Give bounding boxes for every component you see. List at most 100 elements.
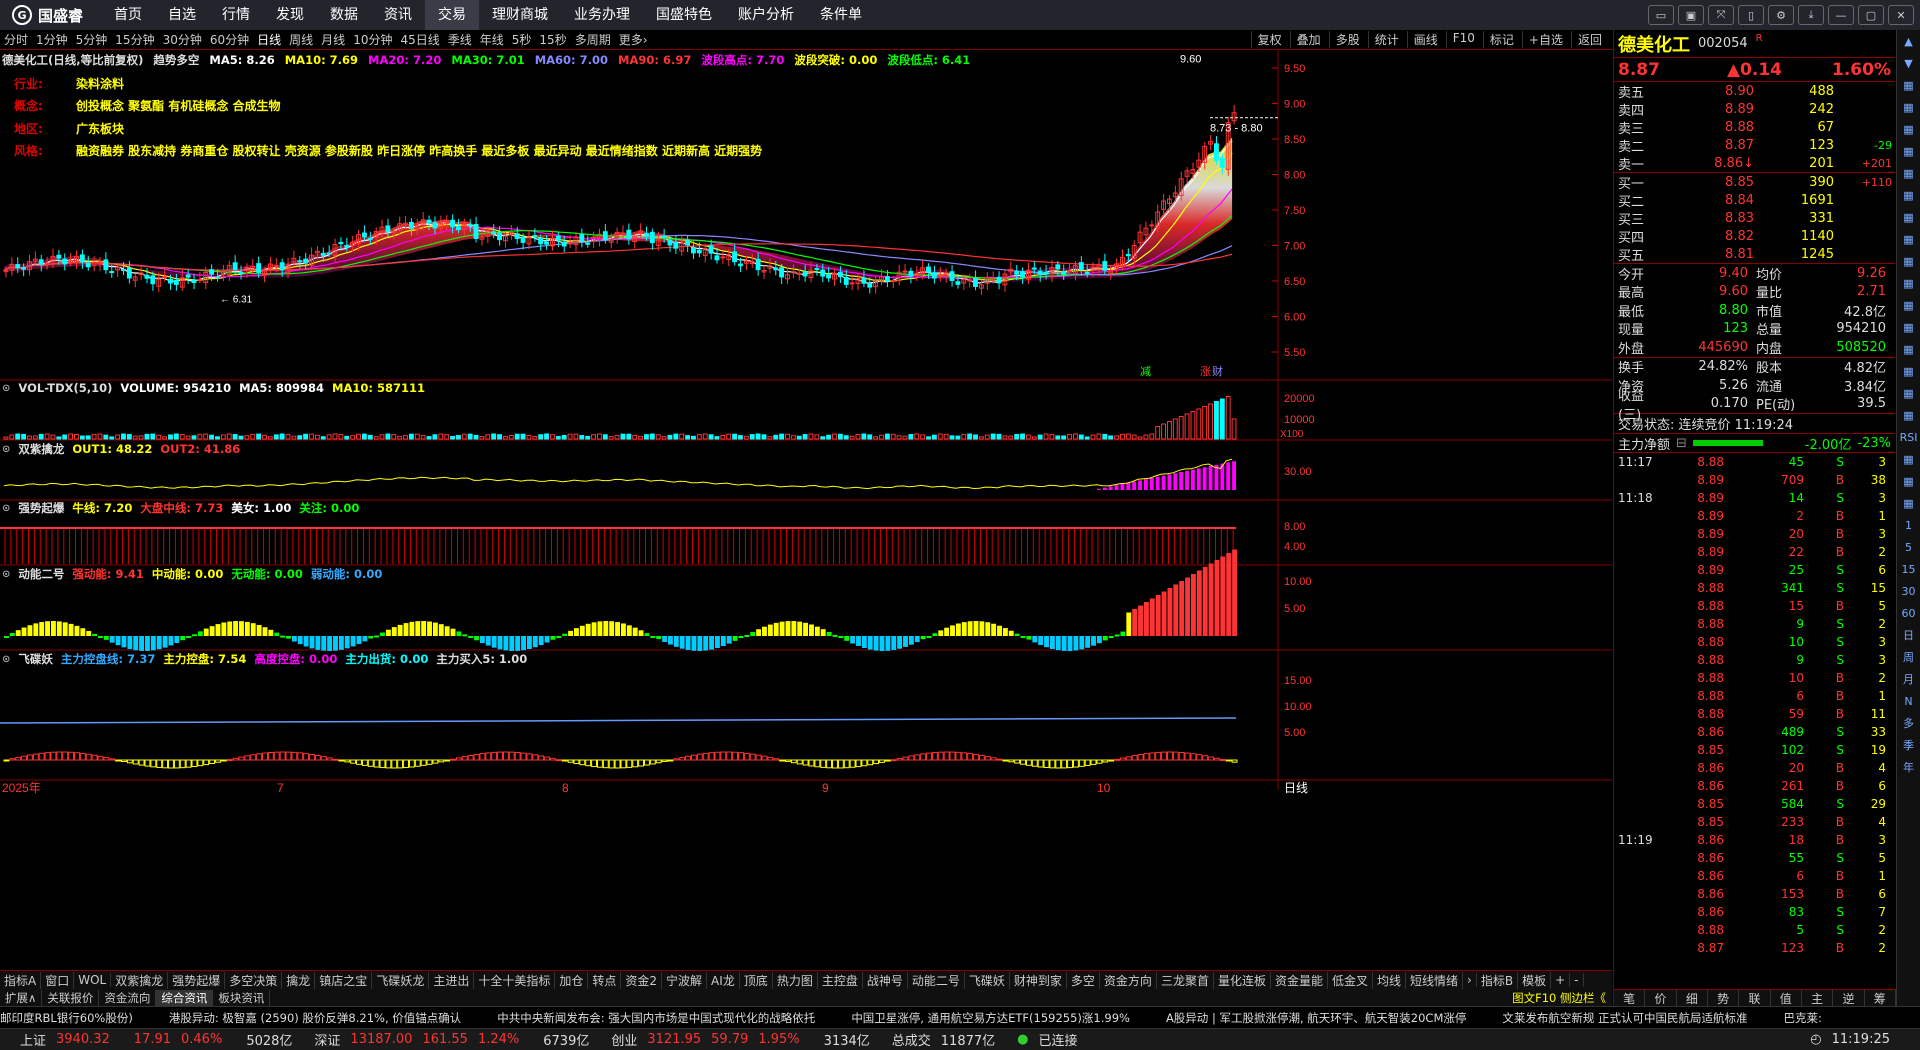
topmenu-item-6[interactable]: 交易 xyxy=(425,0,480,30)
bids-row-0[interactable]: 买一 8.85 390 +110 xyxy=(1614,173,1895,192)
sidebar-icon-7[interactable]: ▦ xyxy=(1898,184,1920,206)
period-tab-16[interactable]: 更多› xyxy=(615,31,652,48)
sidebar-icon-28[interactable]: 周 xyxy=(1898,646,1920,668)
topmenu-item-11[interactable]: 条件单 xyxy=(807,0,875,30)
indicator-tab-6[interactable]: 擒龙 xyxy=(282,971,316,989)
topmenu-item-1[interactable]: 自选 xyxy=(155,0,209,30)
sidebar-icon-2[interactable]: ▦ xyxy=(1898,74,1920,96)
bids-row-2[interactable]: 买三 8.83 331 xyxy=(1614,209,1895,228)
period-tab-15[interactable]: 多周期 xyxy=(571,31,615,48)
period-tab-13[interactable]: 5秒 xyxy=(508,31,536,48)
chart-tool-1[interactable]: 叠加 xyxy=(1289,31,1327,48)
chart-tool-4[interactable]: 画线 xyxy=(1406,31,1444,48)
p5_header-toggle-icon[interactable]: ⊙ xyxy=(2,654,10,665)
chart-tool-6[interactable]: 标记 xyxy=(1482,31,1520,48)
indicator-tab-33[interactable]: 模板 xyxy=(1518,971,1552,989)
sidebar-icon-6[interactable]: ▦ xyxy=(1898,162,1920,184)
period-tab-10[interactable]: 45日线 xyxy=(396,31,443,48)
period-tab-2[interactable]: 5分钟 xyxy=(72,31,112,48)
info-tab-3[interactable]: 综合资讯 xyxy=(156,989,214,1006)
indicator-tab-16[interactable]: 顶底 xyxy=(740,971,773,989)
indicator-tab-4[interactable]: 强势起爆 xyxy=(168,971,226,989)
p2_header-toggle-icon[interactable]: ⊙ xyxy=(2,444,10,455)
period-tab-7[interactable]: 周线 xyxy=(285,31,317,48)
indicator-tab-1[interactable]: 窗口 xyxy=(41,971,75,989)
quote-tab-8[interactable]: 筹 xyxy=(1865,990,1896,1006)
sidebar-icon-14[interactable]: ▦ xyxy=(1898,338,1920,360)
chart-tool-3[interactable]: 统计 xyxy=(1367,31,1405,48)
ticker-item-3[interactable]: 中国卫星涨停, 通用航空易方达ETF(159255)涨1.99% xyxy=(851,1010,1130,1026)
sidebar-icon-13[interactable]: ▦ xyxy=(1898,316,1920,338)
sidebar-icon-4[interactable]: ▦ xyxy=(1898,118,1920,140)
period-tab-0[interactable]: 分时 xyxy=(0,31,32,48)
sidebar-icon-27[interactable]: 日 xyxy=(1898,624,1920,646)
sidebar-icon-0[interactable]: ▲ xyxy=(1898,30,1920,52)
window-button-5-icon[interactable]: ⤓ xyxy=(1798,5,1824,25)
sidebar-icon-3[interactable]: ▦ xyxy=(1898,96,1920,118)
period-tab-4[interactable]: 30分钟 xyxy=(159,31,206,48)
window-button-2-icon[interactable]: ⤧ xyxy=(1708,5,1734,25)
topmenu-item-2[interactable]: 行情 xyxy=(209,0,263,30)
sidebar-icon-26[interactable]: 60 xyxy=(1898,602,1920,624)
chart-tool-5[interactable]: F10 xyxy=(1445,31,1481,48)
indicator-tab-30[interactable]: 短线情绪 xyxy=(1406,971,1464,989)
chart-tool-7[interactable]: +自选 xyxy=(1521,31,1569,48)
indicator-tab-24[interactable]: 资金方向 xyxy=(1100,971,1157,989)
window-button-7-icon[interactable]: ▢ xyxy=(1858,5,1884,25)
chart-tool-8[interactable]: 返回 xyxy=(1570,31,1608,48)
indicator-tab-25[interactable]: 三龙聚首 xyxy=(1157,971,1214,989)
indicator-tab-32[interactable]: 指标B xyxy=(1477,971,1519,989)
indicator-tab-9[interactable]: 主进出 xyxy=(429,971,475,989)
topmenu-item-7[interactable]: 理财商城 xyxy=(479,0,561,30)
bids-row-4[interactable]: 买五 8.81 1245 xyxy=(1614,245,1895,264)
indicator-tab-13[interactable]: 资金2 xyxy=(621,971,663,989)
vol_header-toggle-icon[interactable]: ⊙ xyxy=(2,383,10,394)
sidebar-icon-9[interactable]: ▦ xyxy=(1898,228,1920,250)
period-tab-12[interactable]: 年线 xyxy=(476,31,508,48)
ticker-item-1[interactable]: 港股异动: 极智嘉 (2590) 股价反弹8.21%, 价值锚点确认 xyxy=(169,1010,461,1026)
info-tab-4[interactable]: 板块资讯 xyxy=(213,989,271,1006)
indicator-tab-12[interactable]: 转点 xyxy=(588,971,622,989)
info-tab-0[interactable]: 扩展∧ xyxy=(0,989,43,1006)
quote-tab-3[interactable]: 势 xyxy=(1708,990,1740,1006)
sidebar-icon-19[interactable]: ▦ xyxy=(1898,448,1920,470)
info-tab-2[interactable]: 资金流向 xyxy=(99,989,157,1006)
ticker-item-5[interactable]: 文莱发布航空新规 正式认可中国民航局适航标准 xyxy=(1502,1010,1747,1026)
ticker-item-6[interactable]: 巴克莱: xyxy=(1784,1010,1822,1026)
period-tab-1[interactable]: 1分钟 xyxy=(32,31,72,48)
sidebar-icon-29[interactable]: 月 xyxy=(1898,668,1920,690)
indicator-tab-5[interactable]: 多空决策 xyxy=(225,971,283,989)
period-tab-8[interactable]: 月线 xyxy=(317,31,349,48)
window-button-6-icon[interactable]: — xyxy=(1828,5,1854,25)
indicator-tab-19[interactable]: 战神号 xyxy=(863,971,908,989)
quote-tab-1[interactable]: 价 xyxy=(1645,990,1677,1006)
sidebar-icon-25[interactable]: 30 xyxy=(1898,580,1920,602)
indicator-tab-10[interactable]: 十全十美指标 xyxy=(474,971,556,989)
ticker-item-0[interactable]: 邮印度RBL银行60%股份) xyxy=(0,1010,133,1026)
app-logo[interactable]: G 国盛睿 xyxy=(0,5,101,26)
sidebar-icon-10[interactable]: ▦ xyxy=(1898,250,1920,272)
indicator-tab-28[interactable]: 低金叉 xyxy=(1328,971,1373,989)
p4_header-toggle-icon[interactable]: ⊙ xyxy=(2,569,10,580)
ticker-item-4[interactable]: A股异动 | 军工股掀涨停潮, 航天环宇、航天智装20CM涨停 xyxy=(1166,1010,1466,1026)
p3_header-toggle-icon[interactable]: ⊙ xyxy=(2,503,10,514)
tick-list[interactable]: 11:17 8.88 45 S 3 8.89 709 B 38 11:18 8.89 14 S 3 8.89… xyxy=(1614,453,1895,957)
chart-tool-0[interactable]: 复权 xyxy=(1250,31,1288,48)
topmenu-item-8[interactable]: 业务办理 xyxy=(561,0,643,30)
indicator-tab-2[interactable]: WOL xyxy=(74,973,112,987)
indicator-tab-34[interactable]: + xyxy=(1551,973,1571,987)
topmenu-item-3[interactable]: 发现 xyxy=(263,0,317,30)
indicator-tab-20[interactable]: 动能二号 xyxy=(908,971,965,989)
period-tab-11[interactable]: 季线 xyxy=(444,31,476,48)
indicator-tab-15[interactable]: AI龙 xyxy=(707,971,740,989)
window-button-3-icon[interactable]: ▯ xyxy=(1738,5,1764,25)
indicator-tab-0[interactable]: 指标A xyxy=(0,971,42,989)
topmenu-item-4[interactable]: 数据 xyxy=(317,0,371,30)
indicator-tab-11[interactable]: 加仓 xyxy=(555,971,589,989)
asks-row-3[interactable]: 卖二 8.87 123 -29 xyxy=(1614,136,1895,155)
indicator-tab-21[interactable]: 飞碟妖 xyxy=(965,971,1010,989)
sidebar-icon-32[interactable]: 季 xyxy=(1898,734,1920,756)
index-sh[interactable]: 上证 3940.32 17.91 0.46% 5028亿 xyxy=(0,1030,292,1049)
bids-row-3[interactable]: 买四 8.82 1140 xyxy=(1614,227,1895,246)
topmenu-item-0[interactable]: 首页 xyxy=(101,0,155,30)
